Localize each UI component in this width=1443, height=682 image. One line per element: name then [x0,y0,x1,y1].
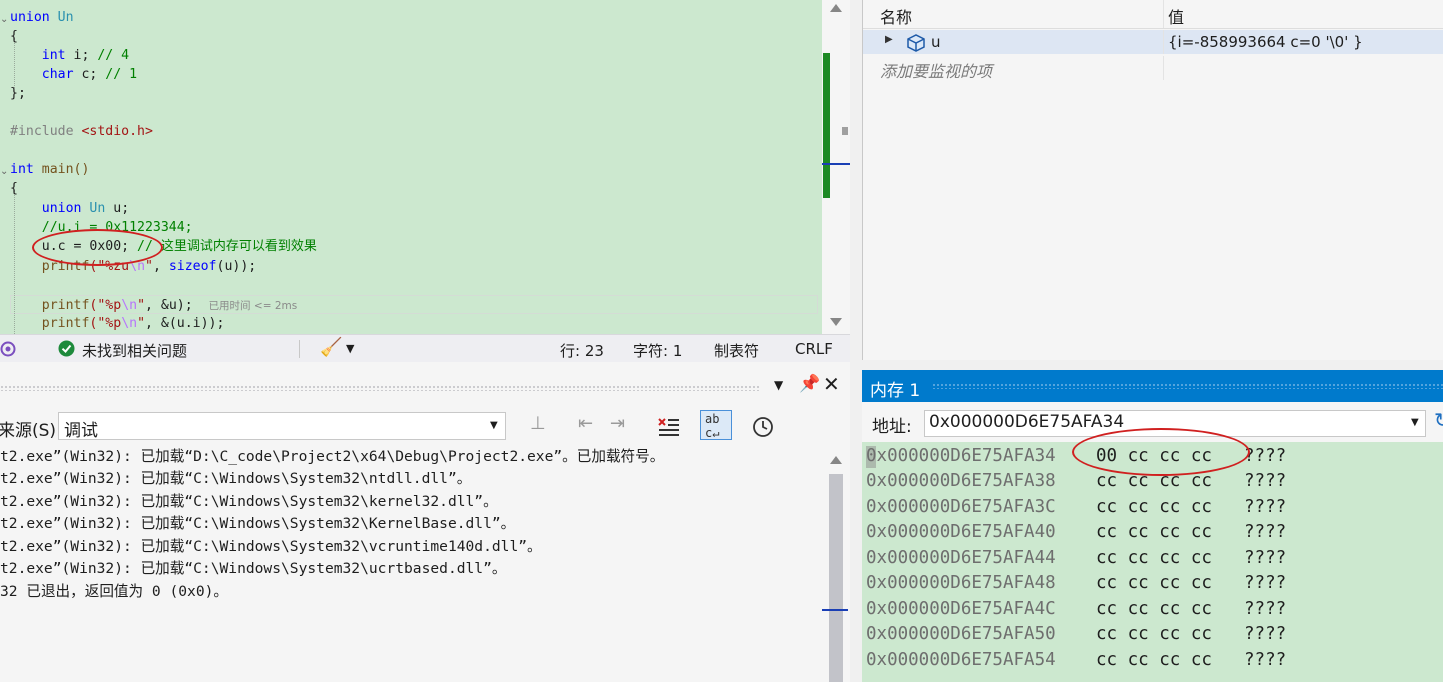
output-line: t2.exe”(Win32): 已加载“C:\Windows\System32\… [0,493,498,510]
output-line: t2.exe”(Win32): 已加载“D:\C_code\Project2\x… [0,448,665,465]
output-vertical-scrollbar[interactable] [822,446,848,682]
output-title-bar: ▼ 📌 ✕ [0,372,850,402]
source-label: 来源(S): [0,421,62,441]
scroll-up-arrow-icon[interactable] [830,4,842,12]
line-indicator[interactable]: 行: 23 [560,340,604,361]
close-icon[interactable]: ✕ [823,372,840,396]
memory-row[interactable]: 0x000000D6E75AFA40 cc cc cc cc???? [866,520,1286,545]
chevron-down-icon[interactable]: ▼ [346,342,354,355]
expand-arrow-icon[interactable]: ▶ [885,34,893,45]
editor-status-bar: 未找到相关问题 🧹 ▼ 行: 23 字符: 1 制表符 CRLF [0,334,850,363]
memory-window: 内存 1 地址: 0x000000D6E75AFA34 ▼ ↻ 0x000000… [862,370,1443,682]
divider [299,340,300,358]
watch-var-name: u [931,33,941,51]
scroll-thumb[interactable] [829,474,843,682]
prev-message-icon[interactable]: ⇤ [578,413,593,434]
address-value: 0x000000D6E75AFA34 [929,412,1125,432]
tabs-indicator[interactable]: 制表符 [714,340,759,361]
char-indicator[interactable]: 字符: 1 [633,340,682,361]
memory-title-bar: 内存 1 [862,370,1443,402]
code-cleanup-brush-icon[interactable]: 🧹 [320,337,342,358]
watch-var-value[interactable]: {i=-858993664 c=0 '\0' } [1168,33,1363,51]
fold-toggle-icon[interactable]: ⌄ [0,166,8,177]
code-line: printf("%p\n", &(u.i)); [41,316,225,331]
refresh-icon[interactable]: ↻ [1434,408,1443,432]
watch-col-value[interactable]: 值 [1168,4,1184,28]
go-to-code-icon[interactable]: ⊥ [530,413,546,434]
code-line: #include <stdio.h> [10,124,153,139]
address-label: 地址: [872,417,912,437]
caret-position-marker [822,163,850,165]
output-window: ▼ 📌 ✕ 来源(S): 调试 ▼ ⊥ ⇤ ⇥ ab c↵ t2.exe”(Win… [0,362,850,682]
copilot-icon[interactable] [0,340,18,358]
code-line: int i; // 4 [41,48,130,63]
watch-col-name[interactable]: 名称 [880,4,912,28]
grip [0,385,760,391]
caret-position-marker [822,609,848,611]
chevron-down-icon[interactable]: ▼ [490,420,498,431]
chevron-down-icon[interactable]: ▼ [1411,417,1419,428]
code-line: char c; // 1 [41,67,138,82]
memory-row[interactable]: 0x000000D6E75AFA34 00 cc cc cc???? [866,444,1286,469]
scroll-down-arrow-icon[interactable] [830,318,842,326]
output-line: t2.exe”(Win32): 已加载“C:\Windows\System32\… [0,470,472,487]
scroll-up-arrow-icon[interactable] [830,456,842,464]
memory-row[interactable]: 0x000000D6E75AFA38 cc cc cc cc???? [866,469,1286,494]
issues-status[interactable]: 未找到相关问题 [82,340,187,361]
code-line: { [10,29,18,44]
word-wrap-icon: ab c↵ [705,412,720,440]
memory-row[interactable]: 0x000000D6E75AFA4C cc cc cc cc???? [866,597,1286,622]
memory-row[interactable]: 0x000000D6E75AFA54 cc cc cc cc???? [866,648,1286,673]
memory-row[interactable]: 0x000000D6E75AFA44 cc cc cc cc???? [866,546,1286,571]
check-circle-icon [58,340,75,357]
memory-row[interactable]: 0x000000D6E75AFA48 cc cc cc cc???? [866,571,1286,596]
source-dropdown[interactable]: 调试 ▼ [58,412,506,441]
output-line: t2.exe”(Win32): 已加载“C:\Windows\System32\… [0,560,507,577]
grip [932,383,1443,389]
code-line: int main() [10,162,90,177]
output-line: 32 已退出，返回值为 0 (0x0)。 [0,583,228,600]
clock-icon[interactable] [752,416,774,438]
memory-row[interactable]: 0x000000D6E75AFA3C cc cc cc cc???? [866,495,1286,520]
watch-header: 名称 值 [863,0,1443,29]
output-toolbar: 来源(S): 调试 ▼ ⊥ ⇤ ⇥ ab c↵ [0,408,850,446]
scroll-thumb[interactable] [842,127,848,135]
memory-row[interactable]: 0x000000D6E75AFA50 cc cc cc cc???? [866,622,1286,647]
code-line: printf("%p\n", &u); 已用时间 <= 2ms [41,298,298,313]
window-menu-chevron-icon[interactable]: ▼ [774,378,783,392]
next-message-icon[interactable]: ⇥ [610,413,625,434]
change-marker [823,53,830,198]
line-ending-indicator[interactable]: CRLF [795,340,833,358]
output-line: t2.exe”(Win32): 已加载“C:\Windows\System32\… [0,515,516,532]
pin-icon[interactable]: 📌 [799,374,820,394]
output-line: t2.exe”(Win32): 已加载“C:\Windows\System32\… [0,538,542,555]
watch-window: 名称 值 ▶ u {i=-858993664 c=0 '\0' } 添加要监视的… [862,0,1443,360]
output-text[interactable]: t2.exe”(Win32): 已加载“D:\C_code\Project2\x… [0,446,826,682]
source-value: 调试 [64,421,98,441]
code-editor[interactable]: ⌄ union Un { int i; // 4 char c; // 1 };… [0,0,822,334]
annotation-oval [1072,428,1250,476]
clear-all-icon[interactable] [657,416,681,438]
code-line: }; [10,86,26,101]
watch-row[interactable]: ▶ u {i=-858993664 c=0 '\0' } [863,30,1443,54]
code-line: union Un u; [41,201,130,216]
code-line: union Un [10,10,74,25]
word-wrap-toggle[interactable]: ab c↵ [700,410,732,440]
add-watch-hint[interactable]: 添加要监视的项 [880,58,992,82]
annotation-oval [32,229,163,266]
fold-toggle-icon[interactable]: ⌄ [0,14,8,25]
perf-tip: 已用时间 <= 2ms [208,300,298,312]
code-line: { [10,181,18,196]
memory-title[interactable]: 内存 1 [870,376,920,401]
watch-add-row[interactable]: 添加要监视的项 [863,56,1443,82]
editor-vertical-scrollbar[interactable] [822,0,850,334]
variable-cube-icon [907,34,925,52]
